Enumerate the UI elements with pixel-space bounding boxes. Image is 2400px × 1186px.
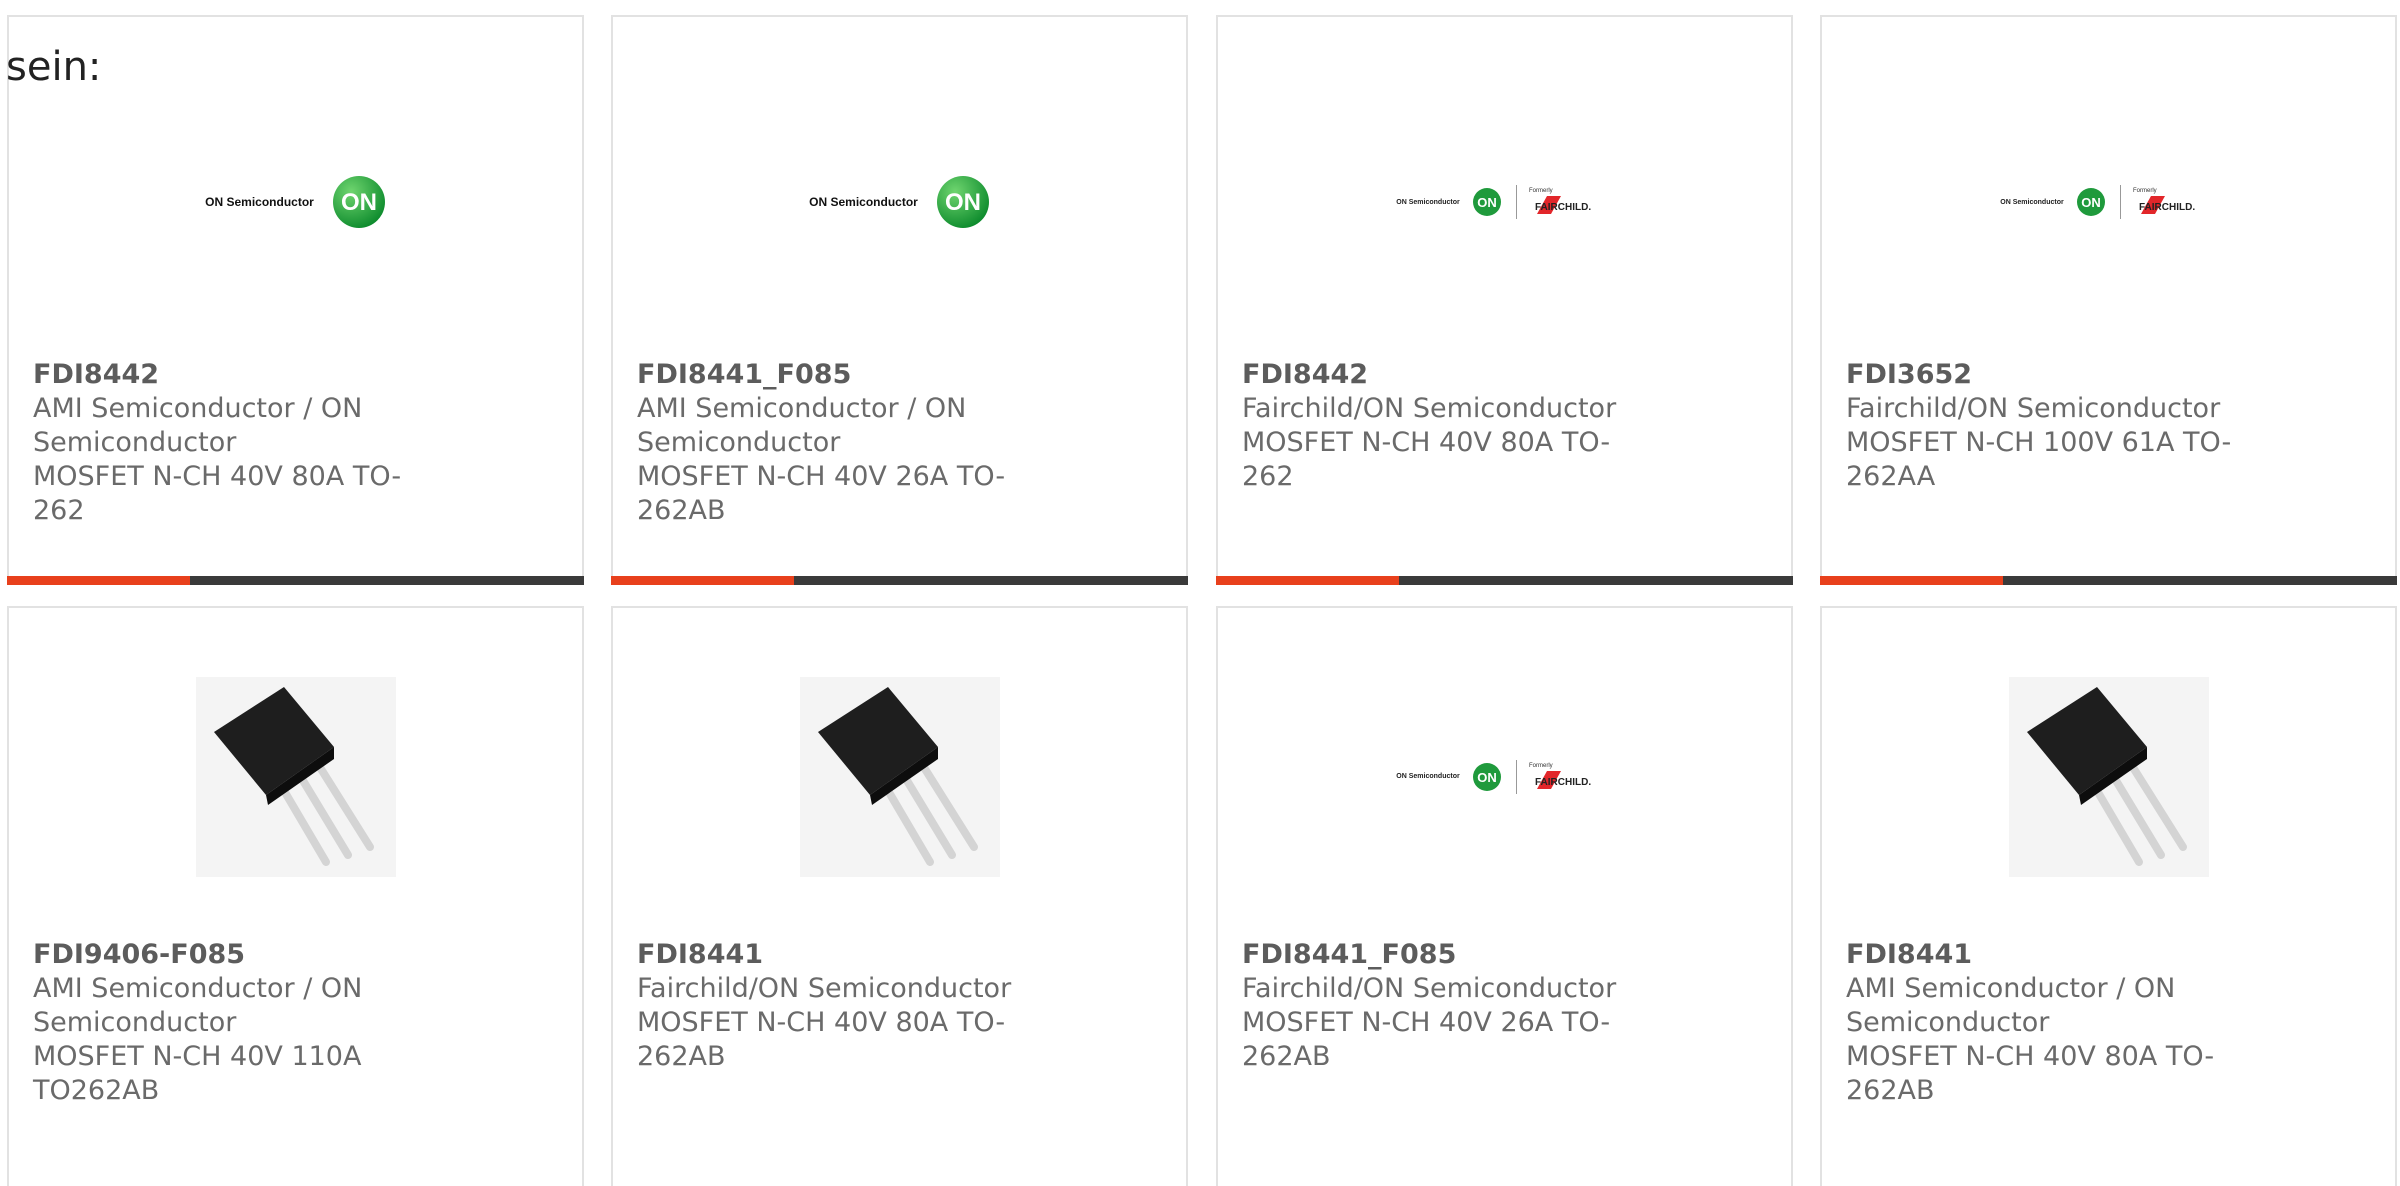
product-card[interactable]: ON Semiconductor ON Formerly FAIRCHILD. … [1820, 15, 2397, 585]
part-number[interactable]: FDI3652 [1846, 358, 2246, 392]
to262-package-icon [195, 676, 396, 877]
part-number[interactable]: FDI9406-F085 [33, 938, 433, 972]
manufacturer-logo: ON Semiconductor ON Formerly FAIRCHILD. [1218, 674, 1791, 879]
description: MOSFET N-CH 40V 80A TO-262 [33, 461, 402, 526]
part-number[interactable]: FDI8441 [1846, 938, 2246, 972]
product-card[interactable]: FDI8441 Fairchild/ON Semiconductor MOSFE… [611, 606, 1188, 1186]
product-card[interactable]: ON Semiconductor ON Formerly FAIRCHILD. … [1216, 15, 1793, 585]
manufacturer: Fairchild/ON Semiconductor [1846, 393, 2221, 424]
product-card[interactable]: FDI9406-F085 AMI Semiconductor / ON Semi… [7, 606, 584, 1186]
on-logo-icon: ON [1472, 762, 1501, 791]
on-logo-icon: ON [2076, 188, 2105, 216]
svg-text:ON: ON [1477, 195, 1497, 210]
svg-text:Formerly: Formerly [1529, 188, 1553, 194]
description: MOSFET N-CH 40V 26A TO-262AB [1242, 1007, 1611, 1072]
part-number[interactable]: FDI8441_F085 [1242, 938, 1642, 972]
card-bar [1216, 576, 1793, 585]
package-image [613, 674, 1186, 879]
to262-package-icon [799, 676, 1000, 877]
svg-text:ON: ON [341, 189, 377, 216]
manufacturer: AMI Semiconductor / ON Semiconductor [1846, 973, 2176, 1038]
manufacturer: AMI Semiconductor / ON Semiconductor [33, 393, 363, 458]
svg-text:FAIRCHILD.: FAIRCHILD. [1535, 777, 1591, 788]
part-number[interactable]: FDI8441 [637, 938, 1037, 972]
product-card[interactable]: ON Semiconductor ON FDI8442 AMI Semicond… [7, 15, 584, 585]
manufacturer-logo: ON Semiconductor ON Formerly FAIRCHILD. [1822, 127, 2395, 277]
on-logo-icon: ON [1472, 188, 1501, 216]
intro-text: sein: [6, 44, 102, 90]
manufacturer: Fairchild/ON Semiconductor [1242, 393, 1617, 424]
on-semiconductor-wordmark: ON Semiconductor [1396, 198, 1460, 206]
manufacturer: Fairchild/ON Semiconductor [637, 973, 1012, 1004]
product-grid: ON Semiconductor ON FDI8442 AMI Semicond… [0, 0, 2400, 1186]
on-logo-icon: ON [332, 176, 385, 228]
description: MOSFET N-CH 40V 80A TO-262AB [637, 1007, 1006, 1072]
package-image [9, 674, 582, 879]
part-number[interactable]: FDI8441_F085 [637, 358, 1037, 392]
card-bar [7, 576, 584, 585]
card-bar [611, 576, 1188, 585]
manufacturer: AMI Semiconductor / ON Semiconductor [33, 973, 363, 1038]
svg-text:FAIRCHILD.: FAIRCHILD. [1535, 202, 1591, 213]
to262-package-icon [2008, 676, 2209, 877]
part-number[interactable]: FDI8442 [33, 358, 433, 392]
card-bar [1820, 576, 2397, 585]
product-card[interactable]: ON Semiconductor ON Formerly FAIRCHILD. … [1216, 606, 1793, 1186]
description: MOSFET N-CH 40V 110A TO262AB [33, 1041, 362, 1106]
manufacturer-logo: ON Semiconductor ON Formerly FAIRCHILD. [1218, 127, 1791, 277]
product-card[interactable]: ON Semiconductor ON FDI8441_F085 AMI Sem… [611, 15, 1188, 585]
svg-text:ON: ON [2081, 195, 2101, 210]
product-card[interactable]: FDI8441 AMI Semiconductor / ON Semicondu… [1820, 606, 2397, 1186]
on-semiconductor-wordmark: ON Semiconductor [809, 195, 918, 209]
manufacturer-logo: ON Semiconductor ON [9, 127, 582, 277]
on-semiconductor-wordmark: ON Semiconductor [2000, 198, 2064, 206]
manufacturer-logo: ON Semiconductor ON [613, 127, 1186, 277]
description: MOSFET N-CH 40V 80A TO-262AB [1846, 1041, 2215, 1106]
fairchild-logo-icon: Formerly FAIRCHILD. [2133, 188, 2195, 214]
description: MOSFET N-CH 40V 80A TO-262 [1242, 427, 1611, 492]
fairchild-logo-icon: Formerly FAIRCHILD. [1529, 763, 1591, 789]
svg-text:Formerly: Formerly [1529, 763, 1553, 769]
description: MOSFET N-CH 40V 26A TO-262AB [637, 461, 1006, 526]
fairchild-logo-icon: Formerly FAIRCHILD. [1529, 188, 1591, 214]
svg-text:ON: ON [945, 189, 981, 216]
on-logo-icon: ON [936, 176, 989, 228]
package-image [1822, 674, 2395, 879]
on-semiconductor-wordmark: ON Semiconductor [205, 195, 314, 209]
svg-text:ON: ON [1477, 770, 1497, 785]
part-number[interactable]: FDI8442 [1242, 358, 1642, 392]
description: MOSFET N-CH 100V 61A TO-262AA [1846, 427, 2232, 492]
manufacturer: AMI Semiconductor / ON Semiconductor [637, 393, 967, 458]
svg-text:Formerly: Formerly [2133, 188, 2157, 194]
manufacturer: Fairchild/ON Semiconductor [1242, 973, 1617, 1004]
on-semiconductor-wordmark: ON Semiconductor [1396, 773, 1460, 780]
svg-text:FAIRCHILD.: FAIRCHILD. [2139, 202, 2195, 213]
